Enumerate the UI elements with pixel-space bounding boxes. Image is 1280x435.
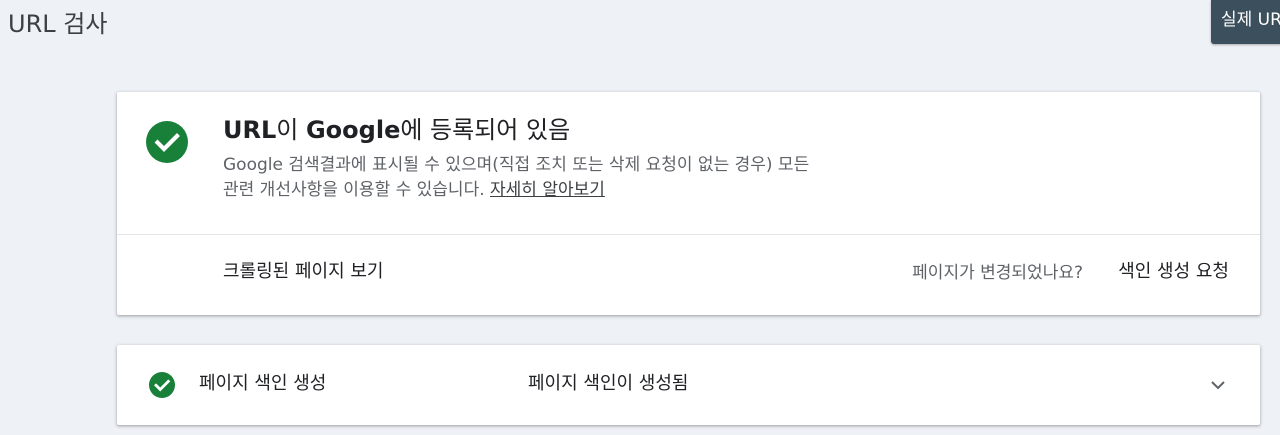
card-divider bbox=[117, 234, 1260, 235]
page-indexing-status: 페이지 색인이 생성됨 bbox=[528, 373, 689, 394]
status-description-line2-text: 관련 개선사항을 이용할 수 있습니다. bbox=[223, 180, 491, 200]
view-crawled-page-button[interactable]: 크롤링된 페이지 보기 bbox=[223, 258, 383, 286]
page-indexing-label: 페이지 색인 생성 bbox=[199, 373, 327, 394]
page-indexing-card[interactable]: 페이지 색인 생성 페이지 색인이 생성됨 bbox=[117, 345, 1260, 425]
chevron-down-icon[interactable] bbox=[1206, 373, 1230, 397]
page-title: URL 검사 bbox=[8, 10, 108, 38]
test-live-url-button[interactable]: 실제 URL 테스트 bbox=[1211, 0, 1280, 44]
status-description-line1: Google 검색결과에 표시될 수 있으며(직접 조치 또는 삭제 요청이 없… bbox=[223, 155, 810, 175]
status-description: Google 검색결과에 표시될 수 있으며(직접 조치 또는 삭제 요청이 없… bbox=[223, 153, 963, 203]
status-title-brand: Google bbox=[305, 116, 401, 144]
status-title-particle: 이 bbox=[276, 116, 306, 144]
status-title-suffix: 에 등록되어 있음 bbox=[400, 116, 571, 144]
url-status-card: URL이 Google에 등록되어 있음 Google 검색결과에 표시될 수 … bbox=[117, 92, 1260, 315]
status-title: URL이 Google에 등록되어 있음 bbox=[223, 112, 570, 148]
learn-more-link[interactable]: 자세히 알아보기 bbox=[490, 180, 605, 200]
check-circle-icon bbox=[149, 372, 175, 398]
page-changed-question: 페이지가 변경되었나요? bbox=[912, 263, 1083, 283]
status-title-url: URL bbox=[223, 116, 277, 144]
check-circle-icon bbox=[146, 121, 188, 163]
status-description-line2: 관련 개선사항을 이용할 수 있습니다. 자세히 알아보기 bbox=[223, 178, 963, 203]
request-indexing-button[interactable]: 색인 생성 요청 bbox=[1118, 258, 1229, 286]
